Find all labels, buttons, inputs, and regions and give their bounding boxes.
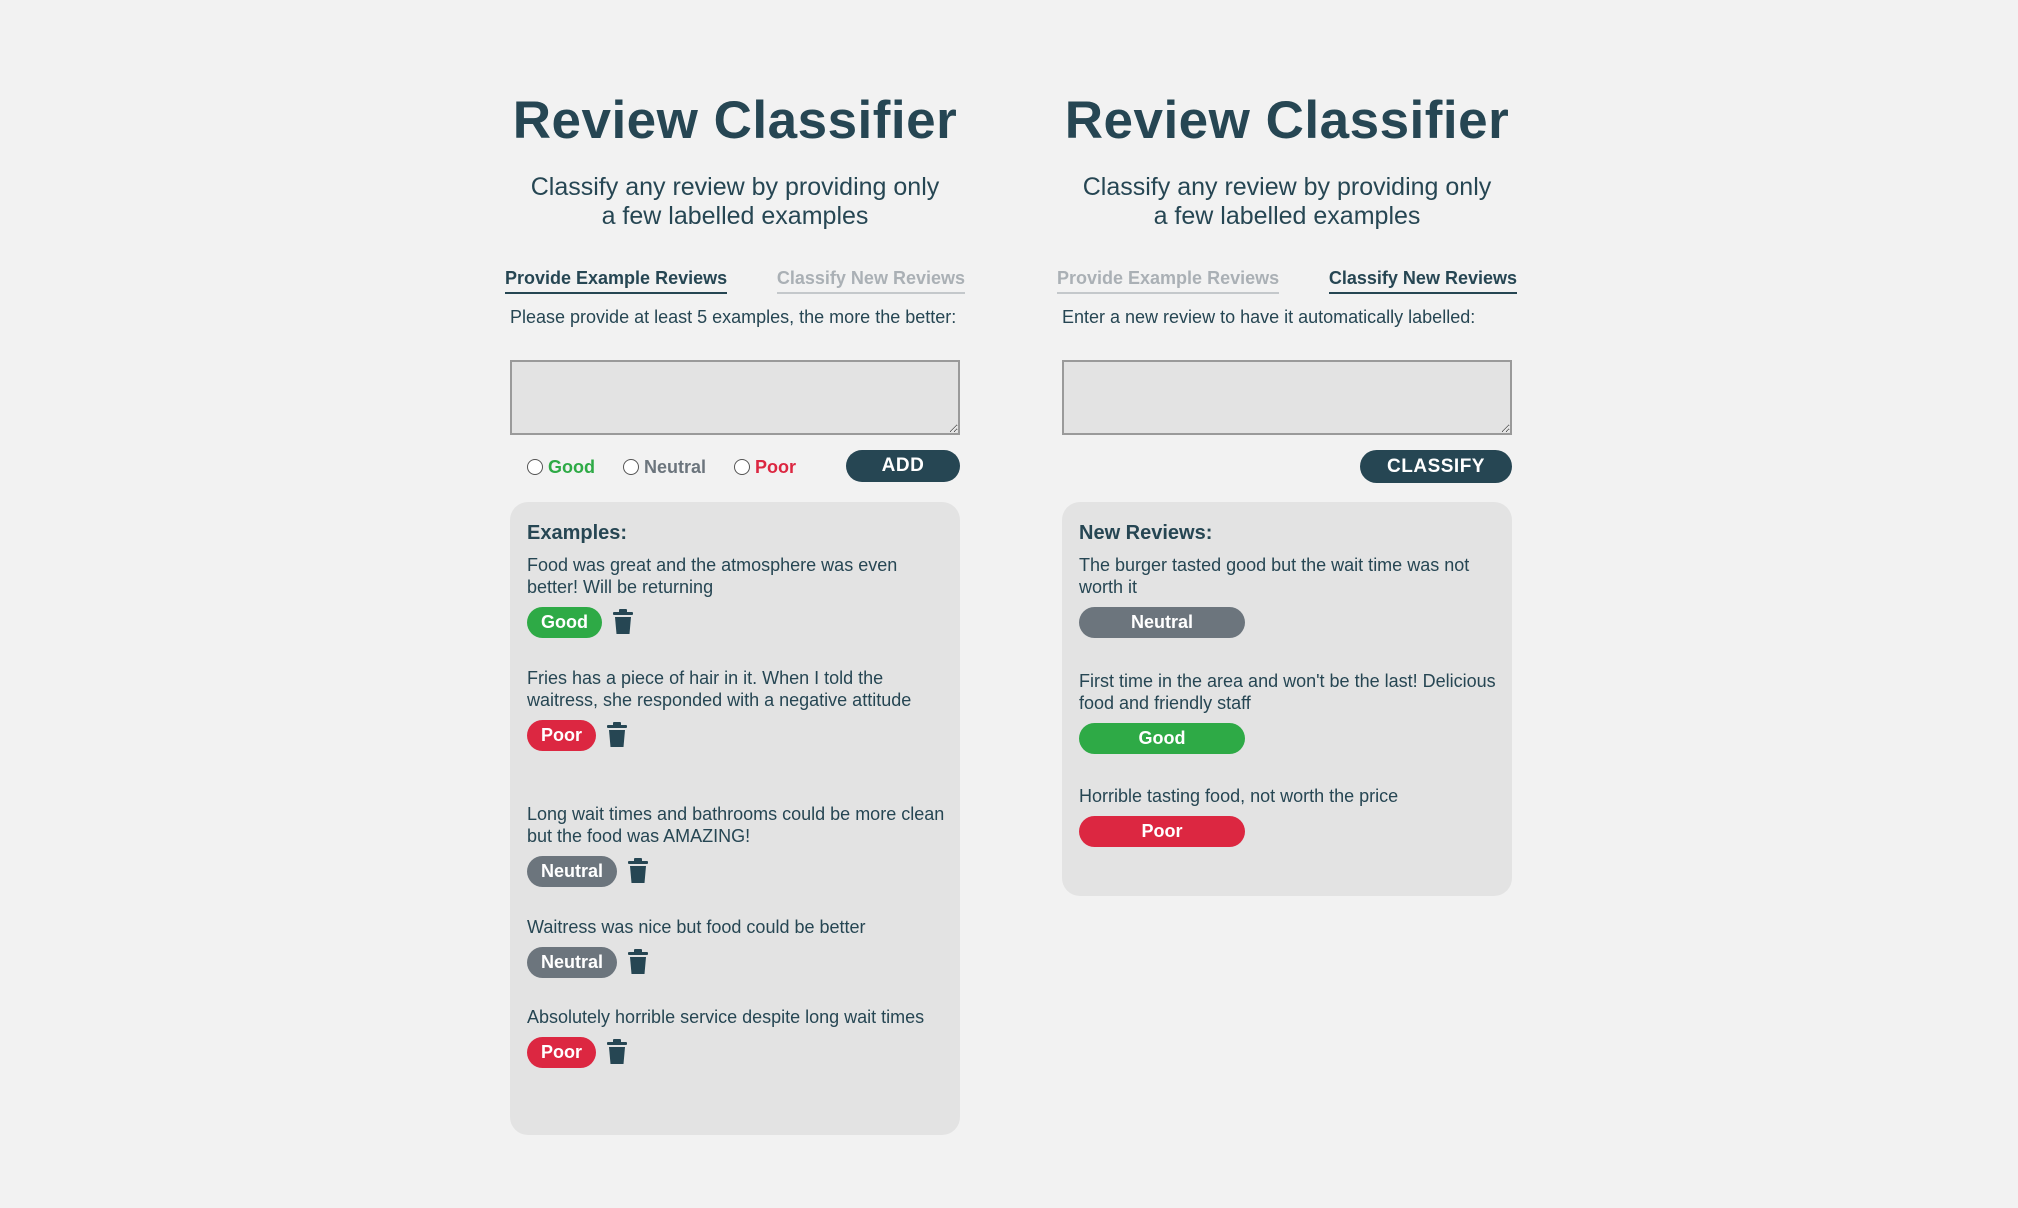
- subtitle-line: a few labelled examples: [601, 202, 869, 230]
- tab-bar: Provide Example Reviews Classify New Rev…: [505, 268, 965, 294]
- list-item: Long wait times and bathrooms could be m…: [527, 803, 947, 887]
- list-heading: Examples:: [527, 522, 628, 544]
- radio-circle[interactable]: [734, 459, 751, 475]
- classify-button[interactable]: CLASSIFY: [1360, 450, 1512, 483]
- badge-row: Poor: [527, 719, 947, 751]
- list-heading: New Reviews:: [1079, 522, 1213, 544]
- label-badge: Good: [1079, 722, 1245, 754]
- radio-poor[interactable]: Poor: [734, 457, 796, 478]
- radio-label: Poor: [755, 456, 797, 477]
- label-badge: Good: [527, 606, 602, 638]
- list-item: The burger tasted good but the wait time…: [1079, 554, 1499, 638]
- list-item: Food was great and the atmosphere was ev…: [527, 554, 947, 638]
- radio-good[interactable]: Good: [527, 457, 595, 478]
- list-item: Absolutely horrible service despite long…: [527, 1006, 947, 1068]
- subtitle-line: Classify any review by providing only: [1082, 173, 1492, 201]
- label-badge: Neutral: [527, 946, 618, 978]
- review-text: Fries has a piece of hair in it. When I …: [527, 668, 912, 710]
- page-subtitle: Classify any review by providing only a …: [505, 173, 965, 231]
- label-badge: Poor: [1079, 815, 1245, 847]
- new-reviews-list: New Reviews: The burger tasted good but …: [1062, 502, 1512, 896]
- label-badge: Neutral: [527, 855, 618, 887]
- tab-classify-new[interactable]: Classify New Reviews: [776, 268, 965, 294]
- list-item: Fries has a piece of hair in it. When I …: [527, 667, 947, 751]
- list-item: Waitress was nice but food could be bett…: [527, 916, 947, 978]
- review-text: The burger tasted good but the wait time…: [1079, 555, 1470, 597]
- page-subtitle: Classify any review by providing only a …: [1057, 173, 1517, 231]
- tab-bar: Provide Example Reviews Classify New Rev…: [1057, 268, 1517, 294]
- page-title: Review Classifier: [1064, 91, 1510, 150]
- list-item: First time in the area and won't be the …: [1079, 670, 1499, 754]
- tab-classify-new[interactable]: Classify New Reviews: [1328, 268, 1517, 294]
- new-review-input[interactable]: [1062, 360, 1512, 435]
- trash-icon[interactable]: [606, 722, 628, 748]
- instructions-text: Enter a new review to have it automatica…: [1062, 307, 1476, 327]
- review-text: Long wait times and bathrooms could be m…: [527, 804, 945, 846]
- radio-circle[interactable]: [623, 459, 639, 475]
- badge-row: Good: [527, 606, 947, 638]
- trash-icon[interactable]: [606, 1039, 628, 1065]
- trash-icon[interactable]: [627, 949, 649, 975]
- review-text: Horrible tasting food, not worth the pri…: [1079, 786, 1399, 806]
- subtitle-line: a few labelled examples: [1153, 202, 1421, 230]
- examples-list: Examples: Food was great and the atmosph…: [510, 502, 960, 1135]
- badge-row: Neutral: [527, 946, 947, 978]
- trash-icon[interactable]: [627, 858, 649, 884]
- badge-row: Neutral: [1079, 606, 1499, 638]
- review-text: Waitress was nice but food could be bett…: [527, 917, 866, 937]
- label-radio-group: Good Neutral Poor: [527, 452, 824, 482]
- add-button[interactable]: ADD: [846, 450, 960, 482]
- page-title: Review Classifier: [512, 91, 958, 150]
- badge-row: Poor: [527, 1036, 947, 1068]
- label-badge: Poor: [527, 719, 597, 751]
- review-text: First time in the area and won't be the …: [1079, 671, 1496, 713]
- review-text: Food was great and the atmosphere was ev…: [527, 555, 898, 597]
- list-item: Horrible tasting food, not worth the pri…: [1079, 785, 1499, 847]
- radio-circle[interactable]: [527, 459, 543, 475]
- badge-row: Good: [1079, 722, 1499, 754]
- review-text: Absolutely horrible service despite long…: [527, 1007, 925, 1027]
- instructions-text: Please provide at least 5 examples, the …: [510, 307, 957, 327]
- radio-label: Good: [548, 456, 595, 477]
- label-badge: Poor: [527, 1036, 597, 1068]
- trash-icon[interactable]: [612, 609, 634, 635]
- example-review-input[interactable]: [510, 360, 960, 435]
- subtitle-line: Classify any review by providing only: [530, 173, 940, 201]
- badge-row: Poor: [1079, 815, 1499, 847]
- label-badge: Neutral: [1079, 606, 1245, 638]
- badge-row: Neutral: [527, 855, 947, 887]
- radio-neutral[interactable]: Neutral: [623, 457, 706, 478]
- tab-provide-examples[interactable]: Provide Example Reviews: [505, 268, 728, 294]
- radio-label: Neutral: [644, 456, 707, 477]
- tab-provide-examples[interactable]: Provide Example Reviews: [1057, 268, 1280, 294]
